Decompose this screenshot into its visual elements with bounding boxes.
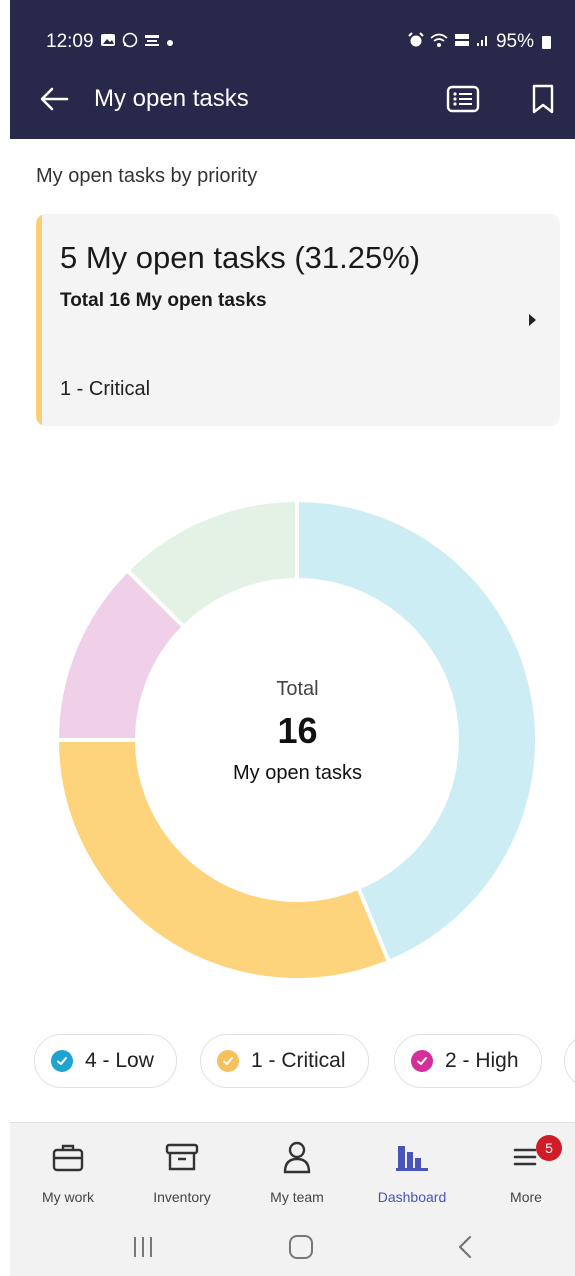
whatsapp-icon xyxy=(122,32,138,52)
nav-label: My team xyxy=(270,1189,324,1205)
legend-chip-low[interactable]: 4 - Low xyxy=(34,1034,177,1088)
status-time: 12:09 xyxy=(46,31,94,52)
legend-label: 2 - High xyxy=(445,1049,519,1072)
signal-icon xyxy=(476,33,490,51)
dot-icon xyxy=(166,34,174,51)
nav-dashboard[interactable]: Dashboard xyxy=(362,1139,462,1205)
section-title: My open tasks by priority xyxy=(36,165,258,187)
card-accent-bar xyxy=(36,214,42,426)
legend-chip-high[interactable]: 2 - High xyxy=(394,1034,542,1088)
nav-label: Inventory xyxy=(153,1189,211,1205)
bar-chart-icon xyxy=(362,1139,462,1175)
battery-icon xyxy=(542,35,551,49)
card-category: 1 - Critical xyxy=(60,378,151,400)
toolbar: My open tasks xyxy=(10,78,575,120)
image-notification-icon xyxy=(100,33,116,51)
card-subtitle: Total 16 My open tasks xyxy=(60,290,267,311)
wifi-icon xyxy=(430,33,448,52)
home-icon xyxy=(289,1235,313,1259)
caret-right-icon xyxy=(529,314,536,326)
nav-my-work[interactable]: My work xyxy=(18,1139,118,1205)
nav-label: More xyxy=(510,1189,542,1205)
page-title: My open tasks xyxy=(94,85,249,112)
summary-card[interactable]: 5 My open tasks (31.25%) Total 16 My ope… xyxy=(36,214,560,426)
donut-center-count: 16 xyxy=(277,710,318,751)
app-header: 12:09 95% My open tasks xyxy=(10,0,575,139)
donut-chart: Total 16 My open tasks xyxy=(10,470,575,1010)
card-headline: 5 My open tasks (31.25%) xyxy=(60,240,421,275)
donut-center-label: Total xyxy=(276,678,319,700)
check-circle-icon xyxy=(51,1050,73,1072)
archive-box-icon xyxy=(132,1139,232,1175)
bookmark-button[interactable] xyxy=(523,79,563,119)
check-circle-icon xyxy=(411,1050,433,1072)
back-icon xyxy=(458,1235,472,1259)
legend-chip-critical[interactable]: 1 - Critical xyxy=(200,1034,369,1088)
alarm-icon xyxy=(408,32,424,52)
nav-inventory[interactable]: Inventory xyxy=(132,1139,232,1205)
nav-my-team[interactable]: My team xyxy=(247,1139,347,1205)
volte-icon xyxy=(454,32,470,52)
app-screen: 12:09 95% My open tasks My open tasks by… xyxy=(10,0,575,1276)
legend-label: 4 - Low xyxy=(85,1049,154,1072)
briefcase-icon xyxy=(18,1139,118,1175)
legend-label: 1 - Critical xyxy=(251,1049,346,1072)
nav-label: My work xyxy=(41,1189,95,1205)
bookmark-icon xyxy=(532,84,554,114)
donut-center-sublabel: My open tasks xyxy=(233,762,362,784)
chart-legend: 4 - Low 1 - Critical 2 - High xyxy=(34,1034,575,1092)
list-view-button[interactable] xyxy=(443,79,483,119)
system-nav-bar xyxy=(10,1216,575,1276)
home-button[interactable] xyxy=(286,1232,316,1262)
legend-chip-more[interactable] xyxy=(564,1034,575,1088)
nav-label: Dashboard xyxy=(377,1189,447,1205)
recents-button[interactable] xyxy=(128,1232,158,1262)
bottom-nav: My work Inventory My team Dashboard 5 Mo… xyxy=(10,1122,575,1217)
recents-icon xyxy=(134,1237,152,1257)
system-back-button[interactable] xyxy=(450,1232,480,1262)
nav-more[interactable]: 5 More xyxy=(476,1135,575,1205)
person-icon xyxy=(247,1139,347,1175)
check-circle-icon xyxy=(217,1050,239,1072)
back-button[interactable] xyxy=(36,81,72,117)
arrow-left-icon xyxy=(40,87,69,111)
status-bar: 12:09 95% xyxy=(46,28,551,56)
battery-percent: 95% xyxy=(495,31,534,52)
list-view-icon xyxy=(446,85,480,113)
notification-badge: 5 xyxy=(536,1135,562,1161)
app-notification-icon xyxy=(144,33,160,51)
